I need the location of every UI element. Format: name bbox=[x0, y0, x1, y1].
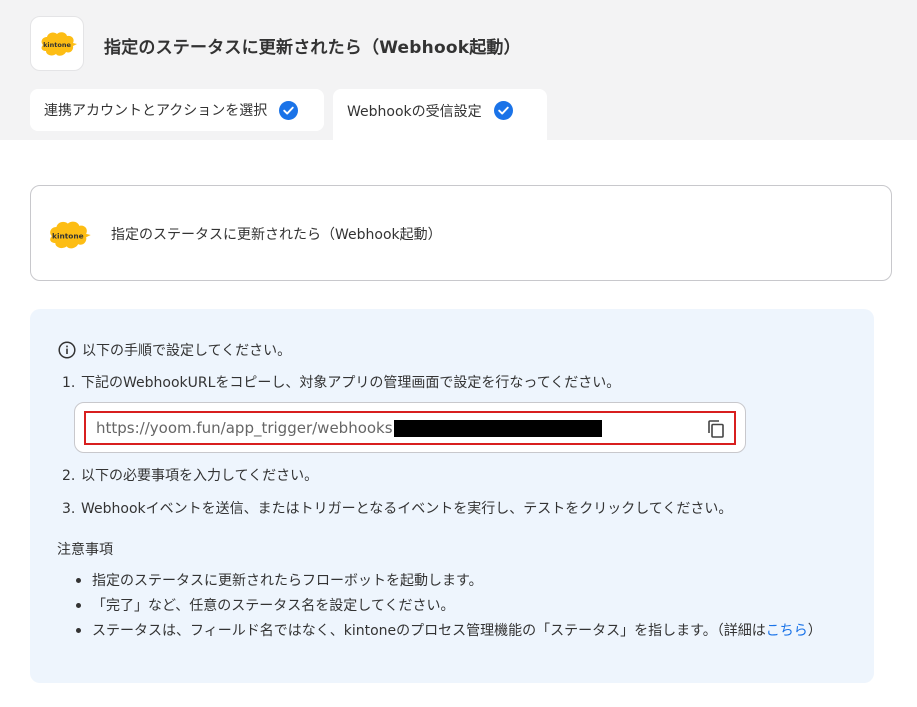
copy-icon[interactable] bbox=[706, 419, 726, 439]
webhook-url-field: https://yoom.fun/app_trigger/webhooks bbox=[74, 402, 746, 453]
check-circle-icon bbox=[279, 100, 299, 120]
list-item: 指定のステータスに更新されたらフローボットを起動します。 bbox=[74, 570, 822, 595]
list-item: ステータスは、フィールド名ではなく、kintoneのプロセス管理機能の「ステータ… bbox=[74, 620, 822, 645]
details-link[interactable]: こちら bbox=[766, 623, 808, 639]
svg-text:kintone: kintone bbox=[43, 41, 71, 49]
webhook-url-highlight: https://yoom.fun/app_trigger/webhooks bbox=[84, 411, 736, 445]
webhook-url[interactable]: https://yoom.fun/app_trigger/webhooks bbox=[96, 419, 393, 437]
instructions-intro: 以下の手順で設定してください。 bbox=[58, 340, 291, 360]
notes-list: 指定のステータスに更新されたらフローボットを起動します。 「完了」など、任意のス… bbox=[74, 570, 822, 645]
kintone-logo-icon: kintone bbox=[50, 221, 91, 249]
intro-text: 以下の手順で設定してください。 bbox=[82, 343, 292, 359]
check-circle-icon bbox=[493, 101, 513, 120]
step-1: 1. 下記のWebhookURLをコピーし、対象アプリの管理画面で設定を行なってく… bbox=[62, 375, 621, 391]
info-icon bbox=[58, 341, 76, 359]
svg-text:kintone: kintone bbox=[52, 231, 84, 240]
trigger-title: 指定のステータスに更新されたら（Webhook起動） bbox=[111, 227, 442, 243]
page-title: 指定のステータスに更新されたら（Webhook起動） bbox=[104, 38, 521, 58]
list-item: 「完了」など、任意のステータス名を設定してください。 bbox=[74, 595, 822, 620]
redacted-token bbox=[393, 419, 602, 437]
trigger-card[interactable]: kintone 指定のステータスに更新されたら（Webhook起動） bbox=[30, 185, 892, 281]
tab-label: Webhookの受信設定 bbox=[347, 103, 482, 120]
app-icon: kintone bbox=[30, 16, 84, 71]
tab-label: 連携アカウントとアクションを選択 bbox=[44, 103, 268, 119]
tab-webhook-settings[interactable]: Webhookの受信設定 bbox=[333, 89, 547, 140]
kintone-logo-icon: kintone bbox=[41, 32, 77, 56]
instructions-panel: 以下の手順で設定してください。 1. 下記のWebhookURLをコピーし、対象ア… bbox=[30, 309, 874, 683]
header-area: kintone 指定のステータスに更新されたら（Webhook起動） 連携アカウ… bbox=[0, 0, 917, 140]
step-2: 2. 以下の必要事項を入力してください。 bbox=[62, 468, 319, 484]
tab-select-account-action[interactable]: 連携アカウントとアクションを選択 bbox=[30, 89, 324, 131]
step-3: 3. Webhookイベントを送信、またはトリガーとなるイベントを実行し、テストを… bbox=[62, 501, 733, 517]
notes-title: 注意事項 bbox=[57, 542, 113, 558]
